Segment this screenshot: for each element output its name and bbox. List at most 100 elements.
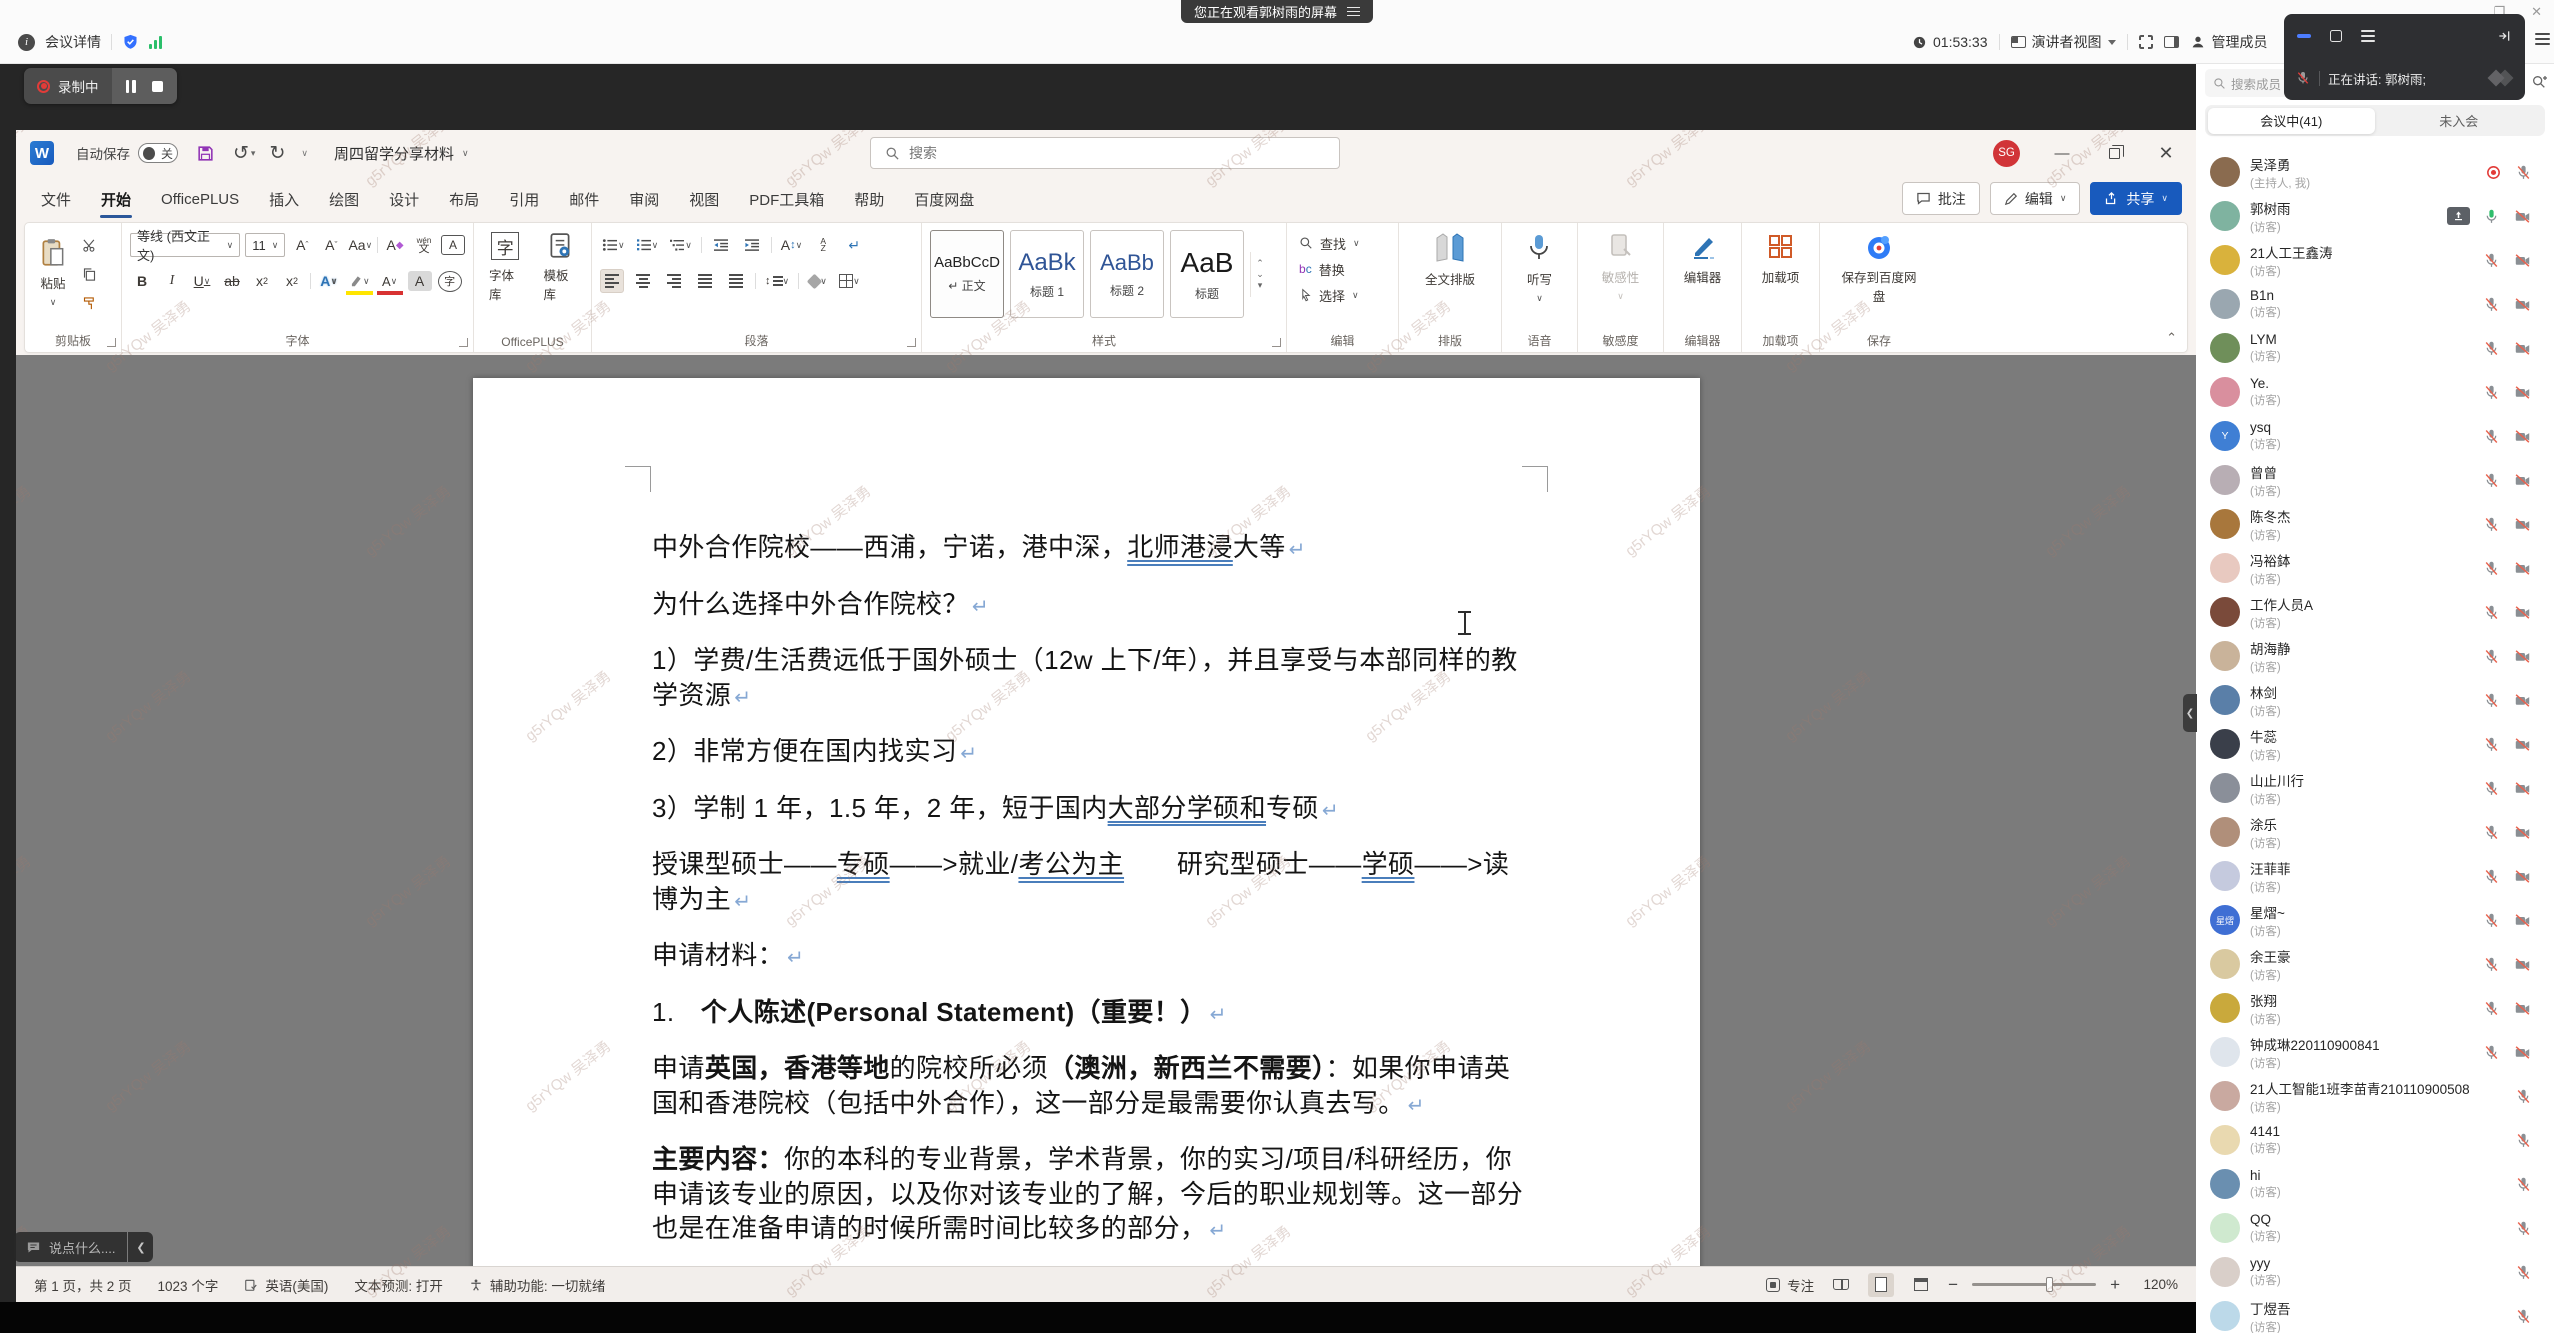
save-button[interactable] [196, 144, 215, 163]
share-button[interactable]: 共享∨ [2090, 182, 2182, 215]
align-center-button[interactable] [631, 269, 655, 293]
word-count[interactable]: 1023 个字 [158, 1275, 219, 1295]
camera-off-icon[interactable] [2513, 824, 2532, 841]
camera-off-icon[interactable] [2513, 428, 2532, 445]
mic-muted-icon[interactable] [2483, 472, 2500, 489]
full-typeset-button[interactable]: 全文排版 [1418, 230, 1482, 290]
camera-off-icon[interactable] [2513, 956, 2532, 973]
zoom-slider[interactable] [1972, 1283, 2096, 1286]
grid-view-icon[interactable] [2330, 30, 2342, 42]
participant-row[interactable]: 余王豪 (访客) [2196, 942, 2554, 986]
participant-row[interactable]: 21人工王鑫涛 (访客) [2196, 238, 2554, 282]
manage-members-button[interactable]: 管理成员 [2190, 32, 2268, 52]
meeting-details-button[interactable]: 会议详情 [45, 32, 101, 52]
subscript-button[interactable]: x2 [250, 269, 274, 293]
mic-muted-icon[interactable] [2483, 604, 2500, 621]
participant-row[interactable]: 胡海静 (访客) [2196, 634, 2554, 678]
camera-off-icon[interactable] [2513, 516, 2532, 533]
mic-muted-icon[interactable] [2483, 912, 2500, 929]
styles-dialog-launcher-icon[interactable] [1272, 338, 1281, 347]
mic-muted-icon[interactable] [2483, 648, 2500, 665]
participant-row[interactable]: 工作人员A (访客) [2196, 590, 2554, 634]
camera-off-icon[interactable] [2513, 692, 2532, 709]
zoom-level[interactable]: 120% [2134, 1277, 2178, 1292]
participant-row[interactable]: 21人工智能1班李苗青210110900508 (访客) [2196, 1074, 2554, 1118]
asian-layout-button[interactable]: A↕∨ [779, 233, 804, 257]
ribbon-tab-12[interactable]: 帮助 [839, 176, 899, 222]
camera-off-icon[interactable] [2513, 296, 2532, 313]
list-view-icon[interactable] [2361, 30, 2375, 41]
ribbon-tab-7[interactable]: 引用 [494, 176, 554, 222]
ribbon-tab-9[interactable]: 审阅 [614, 176, 674, 222]
fullscreen-button[interactable] [2139, 35, 2153, 49]
camera-off-icon[interactable] [2513, 208, 2532, 225]
panel-tab-1[interactable]: 未入会 [2375, 108, 2543, 134]
ribbon-tab-10[interactable]: 视图 [674, 176, 734, 222]
close-window-button[interactable]: ✕ [2144, 130, 2188, 176]
camera-off-icon[interactable] [2513, 604, 2532, 621]
panel-tab-0[interactable]: 会议中(41) [2208, 108, 2376, 134]
web-layout-button[interactable] [1908, 1273, 1934, 1297]
dictate-button[interactable]: 听写∨ [1520, 230, 1559, 306]
participant-row[interactable]: 冯裕鉢 (访客) [2196, 546, 2554, 590]
italic-button[interactable]: I [160, 269, 184, 293]
addins-button[interactable]: 加载项 [1753, 230, 1809, 288]
style-card-0[interactable]: AaBbCcD↵ 正文 [930, 230, 1004, 318]
mic-muted-icon[interactable] [2483, 340, 2500, 357]
camera-off-icon[interactable] [2513, 472, 2532, 489]
participant-row[interactable]: 林剑 (访客) [2196, 678, 2554, 722]
mic-muted-icon[interactable] [2483, 516, 2500, 533]
save-to-baidu-button[interactable]: 保存到百度网盘 [1833, 230, 1925, 307]
line-spacing-button[interactable]: ↕∨ [763, 269, 791, 293]
ribbon-tab-1[interactable]: 开始 [86, 176, 146, 222]
ribbon-tab-4[interactable]: 绘图 [314, 176, 374, 222]
mic-muted-icon[interactable] [2515, 1264, 2532, 1281]
title-dropdown-icon[interactable]: ∨ [462, 148, 469, 159]
editor-button[interactable]: 编辑器 [1672, 230, 1734, 288]
camera-off-icon[interactable] [2513, 780, 2532, 797]
superscript-button[interactable]: x2 [280, 269, 304, 293]
character-shading-button[interactable]: A [408, 271, 432, 291]
editing-mode-button[interactable]: 编辑∨ [1990, 182, 2081, 215]
strikethrough-button[interactable]: ab [220, 269, 244, 293]
stop-recording-button[interactable] [152, 81, 163, 92]
participant-row[interactable]: Ye. (访客) [2196, 370, 2554, 414]
read-mode-button[interactable] [1828, 1273, 1854, 1297]
network-signal-icon[interactable] [149, 36, 162, 49]
mic-muted-icon[interactable] [2515, 164, 2532, 181]
camera-off-icon[interactable] [2513, 1000, 2532, 1017]
zoom-slider-thumb[interactable] [2046, 1277, 2053, 1292]
camera-off-icon[interactable] [2513, 340, 2532, 357]
participant-row[interactable]: yyy (访客) [2196, 1250, 2554, 1294]
copy-button[interactable] [77, 262, 101, 286]
paragraph-dialog-launcher-icon[interactable] [907, 338, 916, 347]
text-prediction[interactable]: 文本预测: 打开 [354, 1275, 443, 1295]
page-indicator[interactable]: 第 1 页，共 2 页 [34, 1275, 132, 1295]
mic-muted-icon[interactable] [2515, 1176, 2532, 1193]
mic-muted-icon[interactable] [2483, 956, 2500, 973]
account-avatar[interactable]: SG [1993, 140, 2020, 167]
word-search-box[interactable]: 搜索 [870, 137, 1340, 169]
font-library-button[interactable]: 字 字体库 [482, 230, 529, 305]
mic-muted-icon[interactable] [2483, 560, 2500, 577]
restore-window-button[interactable] [2092, 130, 2136, 176]
participant-row[interactable]: 钟成琳220110900841 (访客) [2196, 1030, 2554, 1074]
security-shield-icon[interactable] [122, 33, 139, 51]
mic-muted-icon[interactable] [2515, 1308, 2532, 1325]
sort-button[interactable]: AZ [811, 233, 835, 257]
camera-off-icon[interactable] [2513, 560, 2532, 577]
panel-collapse-handle[interactable]: ❮ [2183, 694, 2197, 732]
participant-row[interactable]: 星熠 星熠~ (访客) [2196, 898, 2554, 942]
style-card-3[interactable]: AaB标题 [1170, 230, 1244, 318]
zoom-out-button[interactable]: − [1948, 1275, 1958, 1295]
participant-row[interactable]: 曾曾 (访客) [2196, 458, 2554, 502]
minimize-panel-icon[interactable] [2297, 34, 2311, 38]
mic-muted-icon[interactable] [2483, 824, 2500, 841]
participant-row[interactable]: 吴泽勇 (主持人, 我) [2196, 150, 2554, 194]
autosave-toggle[interactable]: 关 [138, 143, 178, 163]
select-button[interactable]: 选择∨ [1295, 282, 1390, 308]
search-member-icon[interactable] [2531, 74, 2547, 90]
undo-dropdown-icon[interactable]: ▾ [251, 148, 256, 159]
character-border-button[interactable]: A [441, 235, 465, 255]
replace-button[interactable]: bc 替换 [1295, 256, 1390, 282]
